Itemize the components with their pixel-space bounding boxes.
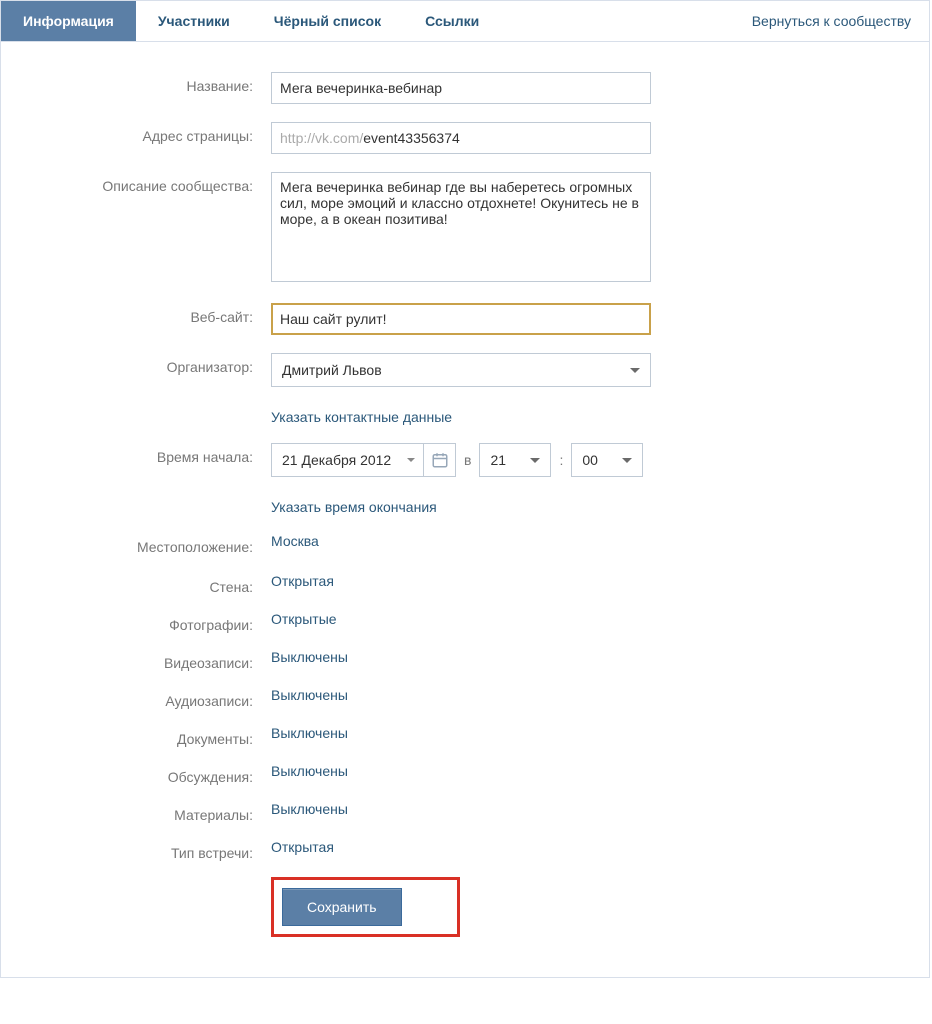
- name-label: Название:: [41, 72, 271, 94]
- start-hour-select[interactable]: 21: [479, 443, 551, 477]
- start-hour-value: 21: [490, 452, 506, 468]
- start-minute-select[interactable]: 00: [571, 443, 643, 477]
- website-label: Веб-сайт:: [41, 303, 271, 325]
- materials-label: Материалы:: [41, 801, 271, 823]
- meettype-value[interactable]: Открытая: [271, 833, 334, 855]
- end-time-link[interactable]: Указать время окончания: [271, 495, 437, 515]
- chevron-down-icon: [630, 368, 640, 373]
- settings-panel: Информация Участники Чёрный список Ссылк…: [0, 0, 930, 978]
- location-value[interactable]: Москва: [271, 527, 319, 549]
- tab-blacklist[interactable]: Чёрный список: [252, 1, 403, 41]
- address-prefix: http://vk.com/: [280, 130, 363, 146]
- tab-members[interactable]: Участники: [136, 1, 252, 41]
- chevron-down-icon: [407, 458, 415, 462]
- start-date-input[interactable]: 21 Декабря 2012: [271, 443, 456, 477]
- materials-value[interactable]: Выключены: [271, 795, 348, 817]
- discussions-value[interactable]: Выключены: [271, 757, 348, 779]
- organizer-label: Организатор:: [41, 353, 271, 375]
- tabs-row: Информация Участники Чёрный список Ссылк…: [1, 1, 929, 42]
- videos-value[interactable]: Выключены: [271, 643, 348, 665]
- time-separator-v: в: [464, 452, 471, 468]
- back-to-community-link[interactable]: Вернуться к сообществу: [752, 13, 911, 29]
- audios-value[interactable]: Выключены: [271, 681, 348, 703]
- organizer-select[interactable]: Дмитрий Львов: [271, 353, 651, 387]
- website-input[interactable]: [271, 303, 651, 335]
- docs-label: Документы:: [41, 725, 271, 747]
- videos-label: Видеозаписи:: [41, 649, 271, 671]
- discussions-label: Обсуждения:: [41, 763, 271, 785]
- start-minute-value: 00: [582, 452, 598, 468]
- form-area: Название: Адрес страницы: http://vk.com/…: [1, 42, 929, 977]
- photos-label: Фотографии:: [41, 611, 271, 633]
- contact-info-link[interactable]: Указать контактные данные: [271, 405, 452, 425]
- audios-label: Аудиозаписи:: [41, 687, 271, 709]
- description-textarea[interactable]: Мега вечеринка вебинар где вы наберетесь…: [271, 172, 651, 282]
- docs-value[interactable]: Выключены: [271, 719, 348, 741]
- chevron-down-icon: [622, 458, 632, 463]
- address-label: Адрес страницы:: [41, 122, 271, 144]
- calendar-icon[interactable]: [423, 444, 455, 476]
- photos-value[interactable]: Открытые: [271, 605, 337, 627]
- start-date-value: 21 Декабря 2012: [272, 452, 407, 468]
- wall-label: Стена:: [41, 573, 271, 595]
- start-label: Время начала:: [41, 443, 271, 465]
- address-input[interactable]: http://vk.com/event43356374: [271, 122, 651, 154]
- name-input[interactable]: [271, 72, 651, 104]
- chevron-down-icon: [530, 458, 540, 463]
- time-colon: :: [559, 452, 563, 468]
- meettype-label: Тип встречи:: [41, 839, 271, 861]
- location-label: Местоположение:: [41, 533, 271, 555]
- description-label: Описание сообщества:: [41, 172, 271, 194]
- address-value: event43356374: [363, 130, 460, 146]
- save-button[interactable]: Сохранить: [282, 888, 402, 926]
- tab-links[interactable]: Ссылки: [403, 1, 501, 41]
- organizer-value: Дмитрий Львов: [282, 362, 382, 378]
- tab-info[interactable]: Информация: [1, 1, 136, 41]
- wall-value[interactable]: Открытая: [271, 567, 334, 589]
- save-highlight-box: Сохранить: [271, 877, 460, 937]
